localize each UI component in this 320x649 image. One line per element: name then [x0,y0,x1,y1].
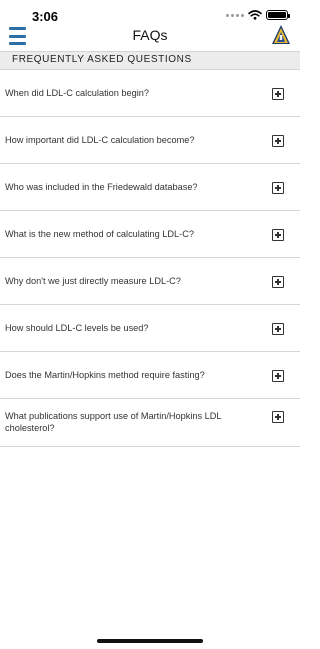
faq-question: What publications support use of Martin/… [5,411,222,433]
expand-plus-icon[interactable] [272,411,284,423]
expand-plus-icon[interactable] [272,323,284,335]
faq-row[interactable]: What publications support use of Martin/… [0,399,300,447]
section-header: FREQUENTLY ASKED QUESTIONS [0,52,300,70]
faq-row[interactable]: What is the new method of calculating LD… [0,211,300,258]
faq-question: Who was included in the Friedewald datab… [5,182,198,192]
wifi-icon [248,10,262,20]
status-icons [226,10,290,20]
faq-question: When did LDL-C calculation begin? [5,88,150,98]
faq-row[interactable]: How important did LDL-C calculation beco… [0,117,300,164]
faq-question: What is the new method of calculating LD… [5,229,194,239]
faq-row[interactable]: Does the Martin/Hopkins method require f… [0,352,300,399]
faq-row[interactable]: Why don't we just directly measure LDL-C… [0,258,300,305]
faq-question: Why don't we just directly measure LDL-C… [5,276,181,286]
status-time: 3:06 [32,9,59,24]
battery-icon [266,10,290,20]
section-header-label: FREQUENTLY ASKED QUESTIONS [12,54,192,65]
institution-shield-logo[interactable] [270,24,292,46]
expand-plus-icon[interactable] [272,182,284,194]
expand-plus-icon[interactable] [272,370,284,382]
expand-plus-icon[interactable] [272,88,284,100]
faq-row[interactable]: How should LDL-C levels be used? [0,305,300,352]
faq-row[interactable]: When did LDL-C calculation begin? [0,70,300,117]
page-title: FAQs [132,27,168,43]
faq-row[interactable]: Who was included in the Friedewald datab… [0,164,300,211]
status-bar: 3:06 [0,0,300,26]
home-indicator[interactable] [97,639,203,643]
nav-bar: FAQs [0,24,300,52]
faq-question: Does the Martin/Hopkins method require f… [5,370,205,380]
faq-question: How should LDL-C levels be used? [5,323,149,333]
faq-question: How important did LDL-C calculation beco… [5,135,195,145]
faq-list: When did LDL-C calculation begin? How im… [0,70,300,447]
expand-plus-icon[interactable] [272,135,284,147]
signal-dots-icon [226,13,244,17]
expand-plus-icon[interactable] [272,229,284,241]
expand-plus-icon[interactable] [272,276,284,288]
